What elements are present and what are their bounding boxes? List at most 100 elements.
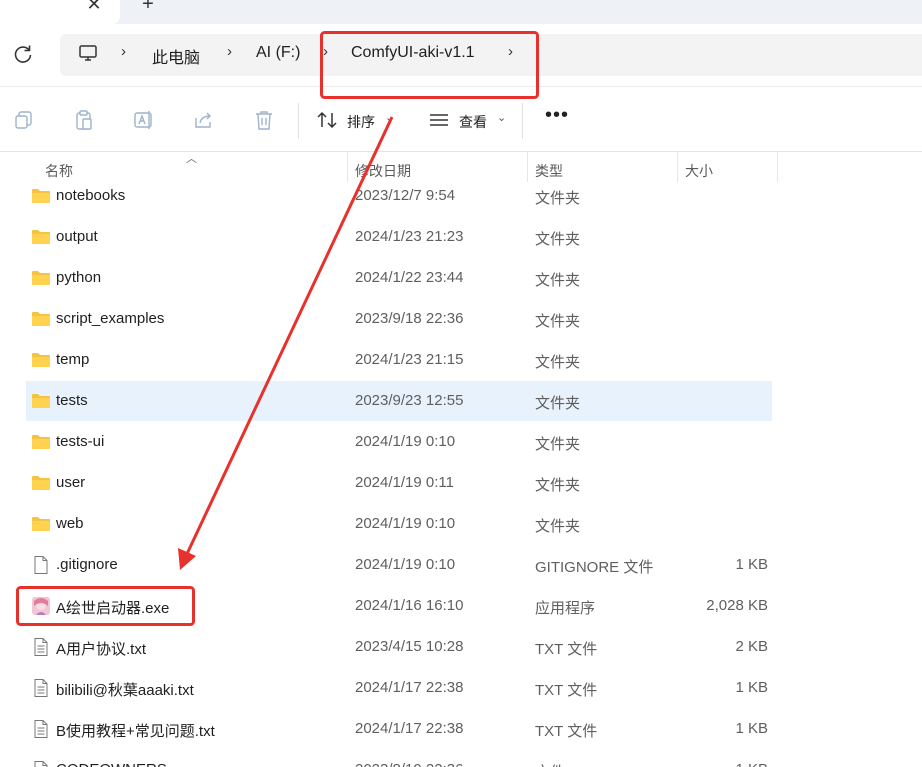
file-row[interactable]: web 2024/1/19 0:10 文件夹 — [26, 504, 772, 544]
breadcrumb-separator[interactable]: › — [323, 43, 328, 60]
share-icon[interactable] — [193, 109, 215, 131]
sort-ascending-icon: ︿ — [186, 153, 197, 165]
text-file-icon — [31, 638, 51, 656]
folder-icon — [31, 392, 51, 410]
file-modified-date: 2023/4/15 10:28 — [355, 638, 464, 655]
file-type: TXT 文件 — [535, 723, 598, 740]
text-file-icon — [31, 720, 51, 738]
file-type: 文件夹 — [535, 190, 581, 207]
file-name: tests — [56, 392, 88, 409]
breadcrumb-drive[interactable]: AI (F:) — [256, 44, 300, 62]
file-row[interactable]: user 2024/1/19 0:11 文件夹 — [26, 463, 772, 503]
tab-strip: ✕ + — [0, 0, 922, 24]
file-modified-date: 2024/1/23 21:15 — [355, 351, 464, 368]
file-name: B使用教程+常见问题.txt — [56, 723, 215, 740]
file-type: 文件夹 — [535, 272, 581, 289]
file-row[interactable]: output 2024/1/23 21:23 文件夹 — [26, 217, 772, 257]
file-modified-date: 2024/1/16 16:10 — [355, 597, 464, 614]
refresh-icon[interactable] — [12, 43, 34, 65]
file-type: 文件 — [535, 761, 565, 767]
folder-icon — [31, 269, 51, 287]
file-type: 文件夹 — [535, 477, 581, 494]
file-name: python — [56, 269, 102, 286]
file-type: 文件夹 — [535, 231, 581, 248]
file-modified-date: 2024/1/19 0:10 — [355, 556, 456, 573]
file-icon — [31, 556, 51, 574]
new-tab-icon[interactable]: + — [138, 0, 158, 14]
breadcrumb-this-pc[interactable]: 此电脑 — [152, 44, 200, 68]
file-type: TXT 文件 — [535, 682, 598, 699]
file-row[interactable]: .gitignore 2024/1/19 0:10 GITIGNORE 文件 1 KB — [26, 545, 772, 585]
folder-icon — [31, 474, 51, 492]
file-modified-date: 2023/9/23 12:55 — [355, 392, 464, 409]
chevron-down-icon[interactable]: ⌄ — [497, 111, 506, 124]
app-icon — [31, 597, 51, 615]
file-modified-date: 2023/8/19 22:36 — [355, 761, 463, 767]
paste-icon[interactable] — [73, 109, 95, 131]
file-size: 1 KB — [735, 761, 768, 767]
copy-icon[interactable] — [13, 109, 35, 131]
file-type: 文件夹 — [535, 354, 581, 371]
folder-icon — [31, 433, 51, 451]
file-row[interactable]: bilibili@秋葉aaaki.txt 2024/1/17 22:38 TXT 文… — [26, 668, 772, 708]
close-tab-icon[interactable]: ✕ — [84, 0, 104, 14]
file-row[interactable]: notebooks 2023/12/7 9:54 文件夹 — [26, 176, 772, 216]
text-file-icon — [31, 679, 51, 697]
rename-icon[interactable] — [133, 109, 155, 131]
toolbar-divider — [522, 103, 523, 139]
file-list: notebooks 2023/12/7 9:54 文件夹 output 2024/1/2… — [0, 176, 922, 767]
file-name: user — [56, 474, 86, 491]
file-row[interactable]: python 2024/1/22 23:44 文件夹 — [26, 258, 772, 298]
file-name: CODEOWNERS — [56, 761, 167, 767]
file-name: A绘世启动器.exe — [56, 600, 170, 617]
file-size: 1 KB — [735, 679, 768, 696]
file-row[interactable]: tests-ui 2024/1/19 0:10 文件夹 — [26, 422, 772, 462]
delete-icon[interactable] — [253, 109, 275, 131]
file-name: temp — [56, 351, 90, 368]
breadcrumb-separator[interactable]: › — [508, 43, 513, 60]
file-name: notebooks — [56, 187, 126, 204]
folder-icon — [31, 310, 51, 328]
file-row[interactable]: A用户协议.txt 2023/4/15 10:28 TXT 文件 2 KB — [26, 627, 772, 667]
file-type: 文件夹 — [535, 395, 581, 412]
breadcrumb-separator[interactable]: › — [121, 43, 126, 60]
more-options-button[interactable]: ••• — [545, 104, 569, 127]
file-type: 应用程序 — [535, 600, 596, 617]
this-pc-icon[interactable] — [78, 43, 98, 63]
view-button[interactable]: 查看 — [459, 112, 487, 132]
folder-icon — [31, 228, 51, 246]
file-size: 1 KB — [735, 720, 768, 737]
file-row[interactable]: CODEOWNERS 2023/8/19 22:36 文件 1 KB — [26, 750, 772, 767]
sort-button[interactable]: 排序 — [347, 112, 375, 132]
file-modified-date: 2024/1/19 0:10 — [355, 433, 456, 450]
breadcrumb-separator[interactable]: › — [227, 43, 232, 60]
sort-icon[interactable] — [316, 109, 338, 131]
active-tab[interactable]: ✕ — [0, 0, 120, 24]
folder-icon — [31, 187, 51, 205]
file-modified-date: 2024/1/22 23:44 — [355, 269, 464, 286]
file-type: TXT 文件 — [535, 641, 598, 658]
file-row[interactable]: A绘世启动器.exe 2024/1/16 16:10 应用程序 2,028 KB — [26, 586, 772, 626]
file-modified-date: 2024/1/19 0:11 — [355, 474, 454, 491]
toolbar-divider — [298, 103, 299, 139]
file-name: bilibili@秋葉aaaki.txt — [56, 682, 194, 699]
file-type: 文件夹 — [535, 436, 581, 453]
breadcrumb-folder[interactable]: ComfyUI-aki-v1.1 — [351, 44, 475, 62]
folder-icon — [31, 351, 51, 369]
chevron-down-icon[interactable]: ⌄ — [385, 111, 394, 124]
file-modified-date: 2024/1/23 21:23 — [355, 228, 464, 245]
address-row: › 此电脑 › AI (F:) › ComfyUI-aki-v1.1 › — [0, 24, 922, 86]
file-row[interactable]: temp 2024/1/23 21:15 文件夹 — [26, 340, 772, 380]
file-row[interactable]: script_examples 2023/9/18 22:36 文件夹 — [26, 299, 772, 339]
file-name: script_examples — [56, 310, 165, 327]
file-size: 2,028 KB — [706, 597, 768, 614]
file-modified-date: 2023/12/7 9:54 — [355, 187, 456, 204]
file-name: web — [56, 515, 84, 532]
view-icon[interactable] — [428, 109, 450, 131]
file-row[interactable]: B使用教程+常见问题.txt 2024/1/17 22:38 TXT 文件 1 KB — [26, 709, 772, 749]
file-row[interactable]: tests 2023/9/23 12:55 文件夹 — [26, 381, 772, 421]
file-type: 文件夹 — [535, 313, 581, 330]
file-name: .gitignore — [56, 556, 118, 573]
folder-icon — [31, 515, 51, 533]
file-type: 文件夹 — [535, 518, 581, 535]
